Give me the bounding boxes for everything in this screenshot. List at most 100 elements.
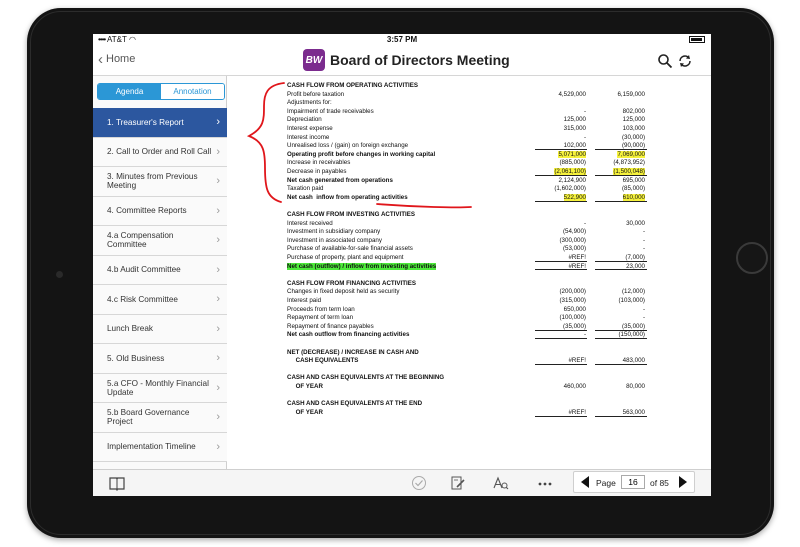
row-label: Interest received: [287, 219, 333, 227]
statement-row: Purchase of available-for-sale financial…: [227, 245, 707, 253]
subtotal-rule: [535, 338, 587, 340]
tab-agenda[interactable]: Agenda: [98, 84, 161, 99]
agenda-item[interactable]: Implementation Timeline ›: [93, 432, 227, 462]
prev-page-arrow-icon[interactable]: [581, 476, 589, 488]
value-prior-year: -: [642, 236, 645, 244]
subtotal-rule: [595, 329, 647, 331]
chevron-right-icon: ›: [216, 116, 220, 129]
statement-row: Profit before taxation 4,529,000 6,159,000: [227, 91, 707, 99]
subtotal-rule: [595, 269, 647, 271]
subtotal-rule: [535, 149, 587, 151]
agenda-item-label: 4. Committee Reports: [107, 206, 187, 216]
row-label: Interest expense: [287, 125, 333, 132]
statement-row: Interest expense 315,000 103,000: [227, 125, 707, 133]
statement-row: [227, 392, 707, 400]
row-label: Net cash outflow from financing activiti…: [287, 331, 410, 339]
agenda-item[interactable]: 2. Call to Order and Roll Call ›: [93, 137, 227, 167]
agenda-item[interactable]: Lunch Break ›: [93, 314, 227, 344]
row-label: Purchase of property, plant and equipmen…: [287, 254, 404, 261]
statement-row: [227, 202, 707, 210]
agenda-item[interactable]: 4.a Compensation Committee ›: [93, 226, 227, 256]
agenda-item[interactable]: 5. Old Business ›: [93, 344, 227, 374]
statement-row: [227, 271, 707, 279]
value-current-year: -: [583, 133, 586, 141]
row-label: CASH EQUIVALENTS: [287, 357, 359, 365]
agenda-item[interactable]: 4.b Audit Committee ›: [93, 255, 227, 285]
value-prior-year: 103,000: [622, 125, 645, 132]
subtotal-rule: [595, 260, 647, 262]
value-prior-year: -: [642, 305, 645, 313]
value-current-year: (885,000): [559, 159, 587, 167]
page-label: Page: [596, 478, 616, 488]
agenda-item-label: 5. Old Business: [107, 353, 165, 363]
row-label: Repayment of finance payables: [287, 322, 374, 330]
row-label: Changes in fixed deposit held as securit…: [287, 288, 400, 296]
row-label: OF YEAR: [287, 383, 323, 390]
statement-row: Investment in associated company (300,000…: [227, 237, 707, 245]
agenda-item[interactable]: 5.b Board Governance Project ›: [93, 403, 227, 433]
statement-row: Net cash generated from operations 2,124,…: [227, 177, 707, 185]
page-number-input[interactable]: [621, 475, 645, 489]
subtotal-rule: [535, 364, 587, 366]
agenda-item-label: Lunch Break: [107, 324, 153, 334]
home-button[interactable]: [736, 242, 768, 274]
search-icon[interactable]: [657, 53, 673, 69]
chevron-right-icon: ›: [216, 204, 220, 217]
more-icon[interactable]: [537, 475, 553, 491]
value-current-year: 5,071,000: [558, 150, 586, 158]
row-label: CASH FLOW FROM INVESTING ACTIVITIES: [287, 211, 415, 218]
agenda-item-label: Implementation Timeline: [107, 442, 196, 452]
subtotal-rule: [535, 174, 587, 176]
pen-icon[interactable]: [450, 475, 466, 491]
statement-row: Investment in subsidiary company (54,900)…: [227, 228, 707, 236]
row-label: Interest paid: [287, 297, 322, 304]
row-label: Increase in receivables: [287, 159, 351, 167]
row-label: Proceeds from term loan: [287, 305, 355, 313]
statement-row: CASH AND CASH EQUIVALENTS AT THE END: [227, 400, 707, 408]
document-viewer[interactable]: CASH FLOW FROM OPERATING ACTIVITIES Profi…: [227, 76, 711, 469]
agenda-item[interactable]: 4.c Risk Committee ›: [93, 285, 227, 315]
statement-row: CASH FLOW FROM OPERATING ACTIVITIES: [227, 82, 707, 90]
agenda-item[interactable]: 1. Treasurer's Report ›: [93, 108, 227, 138]
nav-bar: ‹ Home BW Board of Directors Meeting: [93, 46, 711, 76]
back-button[interactable]: ‹ Home: [98, 52, 135, 67]
text-search-icon[interactable]: [493, 475, 509, 491]
value-prior-year: (103,000): [618, 297, 646, 304]
statement-row: Interest paid (315,000) (103,000): [227, 297, 707, 305]
tab-annotation[interactable]: Annotation: [161, 84, 224, 99]
value-prior-year: 695,000: [622, 176, 645, 184]
value-current-year: 315,000: [563, 125, 586, 132]
statement-row: Impairment of trade receivables - 802,000: [227, 108, 707, 116]
chevron-right-icon: ›: [216, 322, 220, 335]
next-page-arrow-icon[interactable]: [679, 476, 687, 488]
book-icon[interactable]: [109, 475, 125, 491]
agenda-item-label: 2. Call to Order and Roll Call: [107, 147, 212, 157]
value-current-year: 650,000: [563, 305, 586, 313]
row-label: CASH AND CASH EQUIVALENTS AT THE BEGINNI…: [287, 374, 445, 382]
row-label: Interest income: [287, 133, 330, 141]
chevron-right-icon: ›: [216, 293, 220, 306]
chevron-right-icon: ›: [216, 263, 220, 276]
statement-row: Repayment of term loan (100,000) -: [227, 314, 707, 322]
subtotal-rule: [595, 364, 647, 366]
row-label: CASH FLOW FROM FINANCING ACTIVITIES: [287, 279, 417, 287]
check-icon[interactable]: [411, 475, 427, 491]
statement-row: Adjustments for:: [227, 99, 707, 107]
agenda-item[interactable]: 4. Committee Reports ›: [93, 196, 227, 226]
subtotal-rule: [595, 415, 647, 417]
app-logo: BW: [303, 49, 325, 71]
agenda-item[interactable]: 3. Minutes from Previous Meeting ›: [93, 167, 227, 197]
value-current-year: 460,000: [563, 383, 586, 390]
battery-icon: [689, 36, 705, 43]
statement-row: CASH AND CASH EQUIVALENTS AT THE BEGINNI…: [227, 374, 707, 382]
sync-icon[interactable]: [677, 53, 693, 69]
value-current-year: (100,000): [559, 314, 587, 322]
value-prior-year: 6,159,000: [617, 90, 645, 98]
statement-row: Interest received - 30,000: [227, 220, 707, 228]
subtotal-rule: [595, 174, 647, 176]
sidebar-tab-switch: Agenda Annotation: [97, 83, 225, 100]
agenda-item-label: 4.b Audit Committee: [107, 265, 181, 275]
agenda-item[interactable]: 5.a CFO - Monthly Financial Update ›: [93, 373, 227, 403]
row-label: Investment in associated company: [287, 236, 382, 244]
row-label: Unrealised loss / (gain) on foreign exch…: [287, 142, 409, 150]
